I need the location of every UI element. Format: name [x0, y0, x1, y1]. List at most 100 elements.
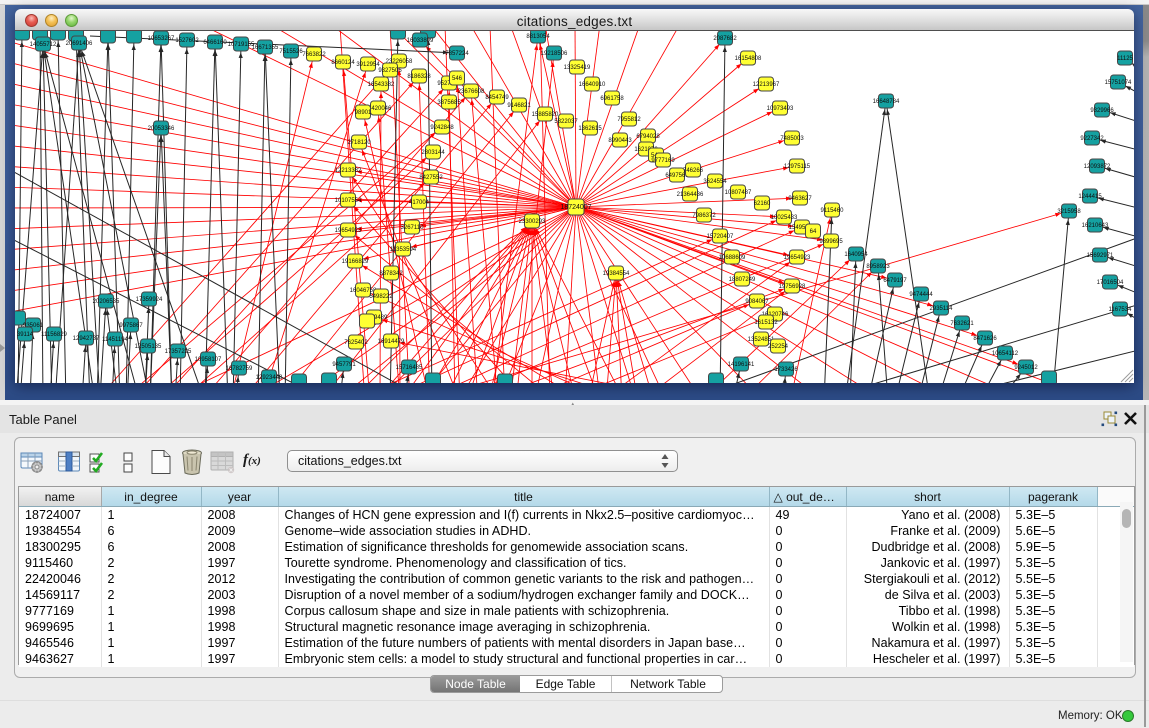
svg-text:1615132: 1615132 [754, 320, 778, 326]
svg-text:9242848: 9242848 [430, 125, 454, 131]
svg-text:12213967: 12213967 [753, 82, 780, 88]
svg-text:8471626: 8471626 [973, 336, 997, 342]
svg-text:19756928: 19756928 [779, 284, 806, 290]
svg-text:3875685: 3875685 [437, 100, 461, 106]
svg-text:1167534: 1167534 [1109, 307, 1133, 313]
svg-text:9899695: 9899695 [819, 239, 843, 245]
svg-text:12093872: 12093872 [1084, 164, 1111, 170]
svg-text:20053346: 20053346 [148, 126, 175, 132]
svg-text:9115460: 9115460 [821, 208, 845, 214]
svg-text:11353594: 11353594 [390, 247, 417, 253]
svg-text:16543382: 16543382 [368, 82, 395, 88]
svg-text:19384554: 19384554 [603, 271, 630, 277]
svg-text:16914479: 16914479 [378, 339, 405, 345]
svg-text:10107554: 10107554 [335, 198, 362, 204]
svg-text:7986372: 7986372 [692, 213, 716, 219]
svg-text:9329966: 9329966 [1090, 108, 1114, 114]
svg-text:7515526: 7515526 [279, 49, 303, 55]
svg-text:1244415: 1244415 [1078, 194, 1102, 200]
svg-text:14196141: 14196141 [728, 362, 755, 368]
svg-text:62160: 62160 [754, 201, 771, 207]
svg-text:12923448: 12923448 [256, 375, 283, 381]
svg-text:417004: 417004 [409, 200, 430, 206]
svg-text:1733426: 1733426 [774, 367, 798, 373]
svg-text:64: 64 [810, 229, 817, 235]
svg-text:15885820: 15885820 [532, 112, 559, 118]
svg-text:10653267: 10653267 [148, 36, 175, 42]
svg-text:6794028: 6794028 [636, 134, 660, 140]
svg-text:7632621: 7632621 [950, 321, 974, 327]
svg-text:2935114: 2935114 [930, 306, 954, 312]
svg-text:5498222: 5498222 [369, 294, 393, 300]
svg-text:17359924: 17359924 [136, 297, 163, 303]
svg-text:11156829: 11156829 [41, 332, 67, 338]
svg-text:12975115: 12975115 [784, 164, 811, 170]
svg-text:9146821: 9146821 [507, 103, 531, 109]
svg-text:9457791: 9457791 [332, 362, 356, 368]
svg-text:10973493: 10973493 [767, 106, 794, 112]
svg-text:13325419: 13325419 [564, 65, 591, 71]
svg-text:3267110: 3267110 [401, 225, 425, 231]
svg-text:16640910: 16640910 [579, 82, 606, 88]
svg-text:6479197: 6479197 [883, 278, 907, 284]
svg-text:9777169: 9777169 [651, 158, 675, 164]
svg-text:9084067: 9084067 [745, 299, 769, 305]
svg-text:19654923: 19654923 [335, 228, 362, 234]
svg-text:8990443: 8990443 [608, 138, 632, 144]
svg-text:23676608: 23676608 [458, 89, 485, 95]
svg-text:98901: 98901 [355, 110, 372, 116]
svg-text:10688609: 10688609 [719, 255, 746, 261]
svg-text:20206535: 20206535 [93, 299, 120, 305]
svg-text:1640954: 1640954 [844, 252, 868, 258]
svg-text:12942737: 12942737 [73, 336, 100, 342]
svg-text:7663822: 7663822 [302, 52, 326, 58]
svg-text:10654112: 10654112 [992, 351, 1019, 357]
svg-text:252254: 252254 [768, 344, 789, 350]
svg-text:16782759: 16782759 [226, 366, 253, 372]
svg-text:546: 546 [452, 76, 463, 82]
svg-text:9327505: 9327505 [378, 68, 402, 74]
svg-text:10025433: 10025433 [771, 215, 798, 221]
svg-text:15720407: 15720407 [707, 234, 734, 240]
svg-text:8958923: 8958923 [866, 264, 890, 270]
svg-text:19218506: 19218506 [541, 51, 568, 57]
svg-text:1362615: 1362615 [578, 126, 602, 132]
svg-text:21364436: 21364436 [677, 192, 704, 198]
svg-text:18724007: 18724007 [560, 204, 591, 211]
svg-text:2087682: 2087682 [713, 36, 737, 42]
svg-text:39114: 39114 [17, 332, 34, 338]
svg-text:19654923: 19654923 [784, 255, 811, 261]
svg-text:23300293: 23300293 [519, 219, 546, 225]
svg-text:9227342: 9227342 [1080, 136, 1104, 142]
svg-text:12213382: 12213382 [335, 168, 362, 174]
svg-text:16033809: 16033809 [407, 38, 434, 44]
svg-text:7857224: 7857224 [445, 51, 469, 57]
svg-text:8813054: 8813054 [526, 34, 550, 40]
svg-text:7955812: 7955812 [617, 117, 641, 123]
svg-text:6961758: 6961758 [600, 96, 624, 102]
svg-text:17016504: 17016504 [1097, 280, 1124, 286]
svg-text:6466160: 6466160 [203, 40, 227, 46]
svg-text:8186328: 8186328 [407, 74, 431, 80]
svg-text:3624554: 3624554 [703, 179, 727, 185]
svg-text:11125: 11125 [1117, 56, 1133, 62]
svg-text:11451194: 11451194 [102, 337, 128, 343]
svg-text:9463627: 9463627 [788, 196, 812, 202]
svg-text:16154808: 16154808 [735, 56, 762, 62]
svg-text:3912954: 3912954 [356, 62, 380, 68]
svg-text:3215958: 3215958 [1057, 209, 1081, 215]
svg-text:9975867: 9975867 [119, 323, 143, 329]
svg-text:8454749: 8454749 [485, 95, 509, 101]
svg-text:18807249: 18807249 [729, 277, 756, 283]
svg-text:12505135: 12505135 [135, 344, 162, 350]
svg-text:5822037: 5822037 [554, 119, 578, 125]
svg-text:15692971: 15692971 [1087, 253, 1114, 259]
svg-text:10807487: 10807487 [725, 190, 752, 196]
svg-text:10958107: 10958107 [195, 357, 222, 363]
svg-text:7625402: 7625402 [344, 340, 368, 346]
svg-text:746266: 746266 [683, 168, 704, 174]
svg-text:15716485: 15716485 [396, 365, 423, 371]
svg-text:16648784: 16648784 [873, 99, 900, 105]
svg-text:9474444: 9474444 [909, 292, 933, 298]
svg-text:9245012: 9245012 [1014, 365, 1038, 371]
